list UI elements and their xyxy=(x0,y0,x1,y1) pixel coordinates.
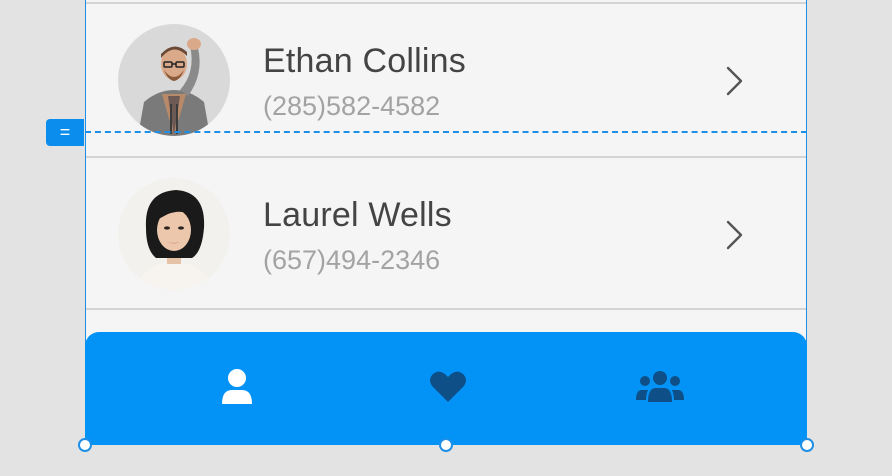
contact-phone: (285)582-4582 xyxy=(263,91,441,121)
resize-handle-bottom-center[interactable] xyxy=(439,438,453,452)
guide-line[interactable] xyxy=(85,131,807,133)
tab-profile[interactable] xyxy=(207,362,267,412)
chevron-right-icon[interactable] xyxy=(724,220,746,250)
contact-name: Ethan Collins xyxy=(263,42,466,80)
tab-groups[interactable] xyxy=(630,362,690,412)
resize-handle-bottom-left[interactable] xyxy=(78,438,92,452)
tab-favorites[interactable] xyxy=(418,362,478,412)
guide-handle[interactable]: = xyxy=(46,119,84,146)
person-photo-icon xyxy=(118,178,230,290)
contact-row[interactable]: Laurel Wells (657)494-2346 xyxy=(86,156,806,310)
contact-phone: (657)494-2346 xyxy=(263,245,441,275)
avatar xyxy=(118,178,230,290)
person-photo-icon xyxy=(118,24,230,136)
bottom-tab-bar xyxy=(85,332,807,445)
avatar xyxy=(118,24,230,136)
resize-handle-bottom-right[interactable] xyxy=(800,438,814,452)
heart-icon xyxy=(430,371,466,402)
users-icon xyxy=(636,371,684,402)
design-canvas: Ethan Collins (285)582-4582 Laurel Wells… xyxy=(0,0,892,476)
chevron-right-icon[interactable] xyxy=(724,66,746,96)
user-icon xyxy=(222,369,252,404)
contact-name: Laurel Wells xyxy=(263,196,452,234)
